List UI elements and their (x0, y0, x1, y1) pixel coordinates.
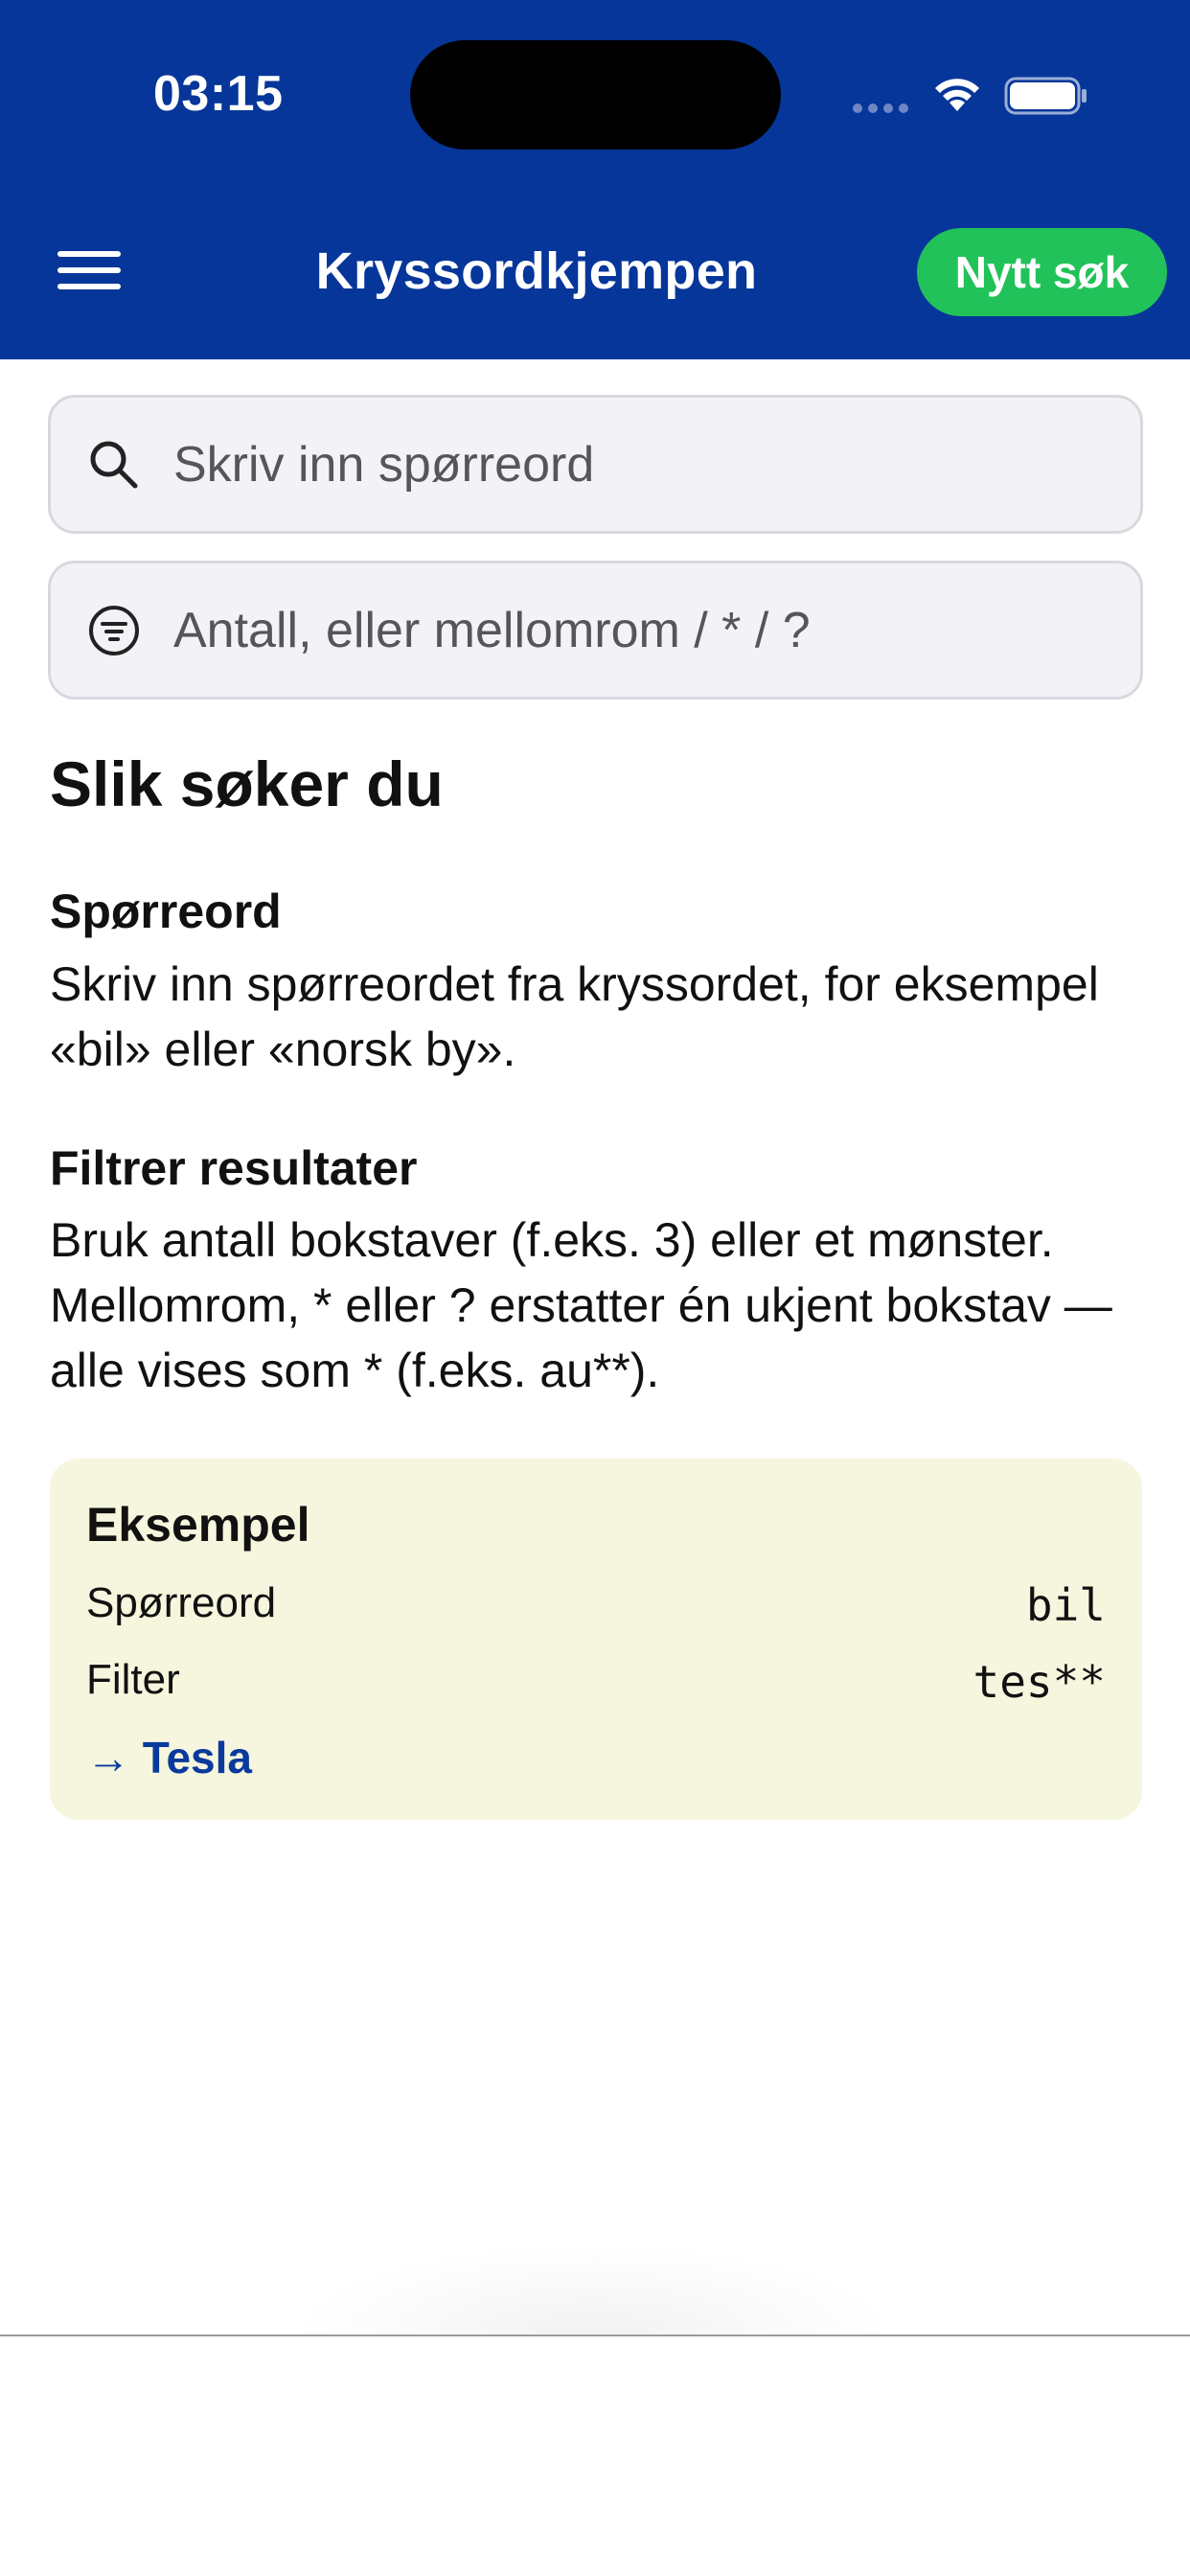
battery-icon (1004, 77, 1087, 115)
help-heading: Slik søker du (50, 748, 444, 819)
wifi-icon (935, 79, 979, 111)
filter-icon (89, 606, 139, 656)
signal-icon (853, 104, 908, 113)
filter-input[interactable] (173, 592, 1112, 669)
query-input[interactable] (173, 426, 1112, 503)
example-label-filter: Filter (86, 1656, 180, 1703)
section-title-filter: Filtrer resultater (50, 1141, 418, 1195)
example-card: Eksempel Spørreord bil Filter tes** → Te… (50, 1459, 1142, 1820)
example-label-query: Spørreord (86, 1579, 277, 1626)
search-icon (90, 441, 138, 489)
example-title: Eksempel (86, 1498, 310, 1552)
dynamic-island (410, 40, 781, 150)
section-title-query: Spørreord (50, 885, 282, 938)
app-header: 03:15 Kryssordkjempen Nytt søk (0, 0, 1190, 359)
section-body-filter: Bruk antall bokstaver (f.eks. 3) eller e… (50, 1213, 1112, 1397)
example-value-filter: tes** (973, 1656, 1106, 1708)
example-value-query: bil (1025, 1579, 1106, 1631)
filter-field[interactable] (48, 561, 1143, 700)
status-time: 03:15 (153, 66, 284, 122)
example-result: → Tesla (86, 1733, 252, 1782)
bottom-divider (0, 2334, 1190, 2336)
app-title: Kryssordkjempen (315, 242, 758, 300)
bottom-shadow (287, 2242, 901, 2334)
query-field[interactable] (48, 395, 1143, 534)
section-body-query: Skriv inn spørreordet fra kryssordet, fo… (50, 957, 1099, 1076)
new-search-button[interactable]: Nytt søk (917, 228, 1167, 316)
